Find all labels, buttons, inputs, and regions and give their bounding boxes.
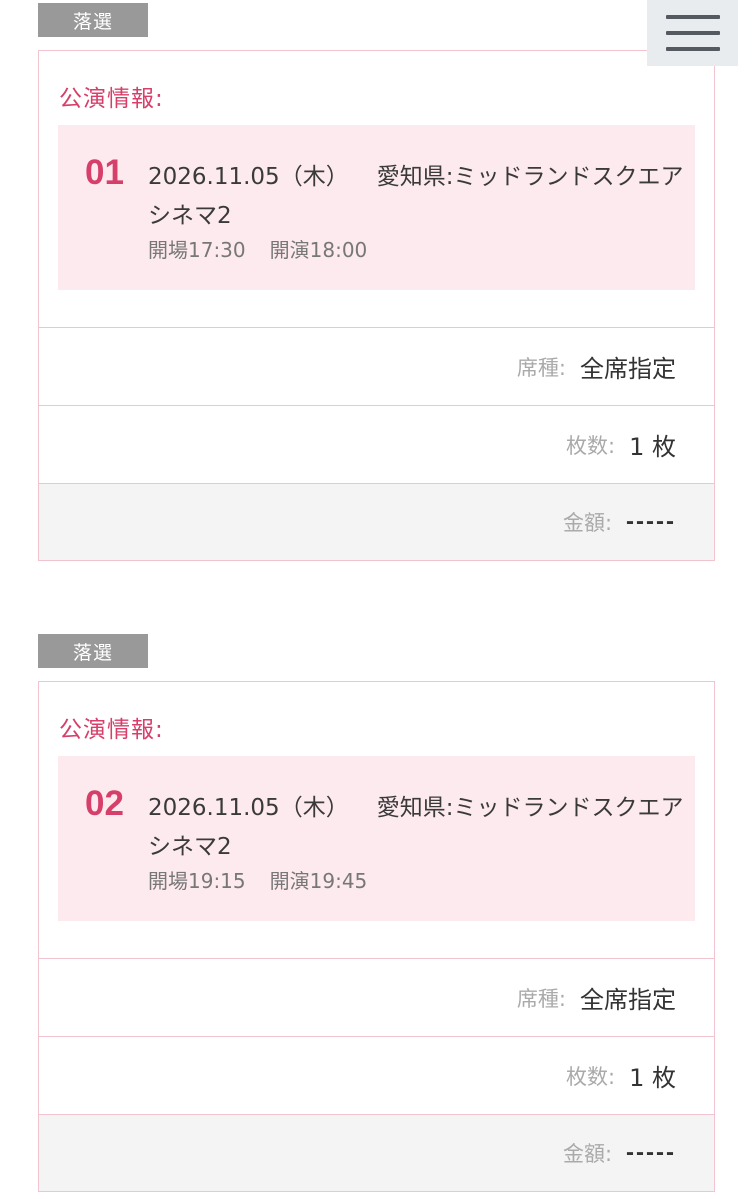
- performance-venue-line2: シネマ2: [148, 834, 232, 860]
- performance-date-venue: 2026.11.05（木） 愛知県:ミッドランドスクエア: [148, 157, 683, 191]
- quantity-label: 枚数:: [566, 1064, 616, 1089]
- seat-type-row: 席種: 全席指定: [39, 959, 714, 1037]
- quantity-label: 枚数:: [566, 433, 616, 458]
- performance-box: 02 2026.11.05（木） 愛知県:ミッドランドスクエア シネマ2 開場19…: [58, 756, 695, 921]
- show-start-time: 開演19:45: [269, 869, 368, 893]
- status-badge: 落選: [38, 634, 148, 668]
- doors-open-time: 開場19:15: [148, 869, 246, 893]
- quantity-value: 1 枚: [629, 433, 676, 461]
- seat-type-value: 全席指定: [580, 986, 676, 1014]
- price-value: -----: [626, 508, 676, 535]
- entry-card: 公演情報: 01 2026.11.05（木） 愛知県:ミッドランドスクエア シネマ…: [38, 50, 715, 561]
- show-start-time: 開演18:00: [269, 238, 368, 262]
- quantity-row: 枚数: 1 枚: [39, 1037, 714, 1115]
- quantity-row: 枚数: 1 枚: [39, 406, 714, 484]
- performance-info-label: 公演情報:: [59, 86, 164, 112]
- performance-box: 01 2026.11.05（木） 愛知県:ミッドランドスクエア シネマ2 開場17…: [58, 125, 695, 290]
- seat-type-value: 全席指定: [580, 355, 676, 383]
- price-label: 金額:: [562, 511, 613, 535]
- performance-venue: 愛知県:ミッドランドスクエア: [376, 795, 684, 821]
- quantity-value: 1 枚: [629, 1064, 676, 1092]
- performance-date: 2026.11.05（木）: [148, 164, 349, 190]
- performance-number: 02: [85, 784, 124, 823]
- performance-date-venue: 2026.11.05（木） 愛知県:ミッドランドスクエア: [148, 788, 683, 822]
- performance-date: 2026.11.05（木）: [148, 795, 349, 821]
- doors-open-time: 開場17:30: [148, 238, 246, 262]
- entry-card: 公演情報: 02 2026.11.05（木） 愛知県:ミッドランドスクエア シネマ…: [38, 681, 715, 1192]
- performance-venue-line2: シネマ2: [148, 203, 232, 229]
- menu-bar: [665, 47, 720, 51]
- performance-info-label: 公演情報:: [59, 717, 164, 743]
- performance-venue: 愛知県:ミッドランドスクエア: [376, 164, 684, 190]
- menu-bar: [665, 31, 720, 35]
- status-badge: 落選: [38, 3, 148, 37]
- seat-type-label: 席種:: [516, 355, 566, 380]
- performance-times: 開場19:15 開演19:45: [148, 865, 367, 894]
- performance-times: 開場17:30 開演18:00: [148, 234, 367, 263]
- price-row: 金額: -----: [39, 1115, 714, 1191]
- performance-info-section: 公演情報: 01 2026.11.05（木） 愛知県:ミッドランドスクエア シネマ…: [39, 51, 714, 328]
- menu-bar: [665, 15, 720, 19]
- price-value: -----: [626, 1139, 676, 1166]
- performance-info-section: 公演情報: 02 2026.11.05（木） 愛知県:ミッドランドスクエア シネマ…: [39, 682, 714, 959]
- performance-number: 01: [85, 153, 124, 192]
- price-row: 金額: -----: [39, 484, 714, 560]
- hamburger-menu-icon[interactable]: [647, 0, 738, 66]
- seat-type-label: 席種:: [516, 986, 566, 1011]
- seat-type-row: 席種: 全席指定: [39, 328, 714, 406]
- price-label: 金額:: [562, 1142, 613, 1166]
